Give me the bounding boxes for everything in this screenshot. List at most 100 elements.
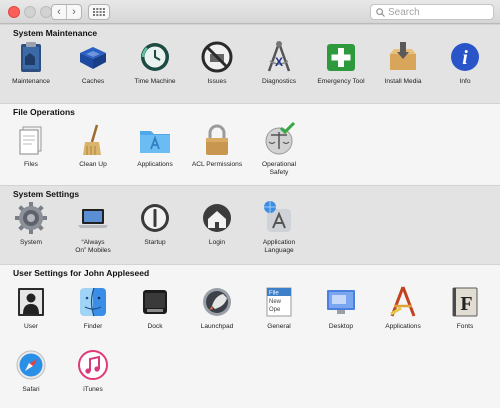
- pane-label: “Always On” Mobiles: [75, 239, 111, 254]
- pane-label: Time Machine: [134, 78, 176, 85]
- clipboard-icon: [21, 42, 41, 72]
- first-aid-icon: [327, 44, 355, 71]
- section-file-operations: File Operations Files Clean Up Applicati…: [0, 103, 500, 185]
- pane-operational-safety[interactable]: Operational Safety: [248, 122, 310, 177]
- pane-label: Maintenance: [12, 78, 50, 85]
- dock-icon: [143, 290, 167, 314]
- user-silhouette-icon: [18, 288, 44, 316]
- search-field[interactable]: [370, 4, 494, 20]
- pane-fonts[interactable]: F Fonts: [434, 284, 496, 331]
- pane-always-on-mobiles[interactable]: “Always On” Mobiles: [62, 200, 124, 255]
- pane-diagnostics[interactable]: X Diagnostics: [248, 39, 310, 86]
- bin-icon: [80, 47, 106, 69]
- pane-label: System: [20, 239, 42, 246]
- pane-dock[interactable]: Dock: [124, 284, 186, 331]
- file-new-icon: File New Ope: [266, 287, 292, 317]
- show-all-button[interactable]: [88, 4, 110, 20]
- pane-maintenance[interactable]: Maintenance: [0, 39, 62, 86]
- pane-install-media[interactable]: Install Media: [372, 39, 434, 86]
- close-window-button[interactable]: [8, 6, 20, 18]
- file-new-icon-text: Ope: [269, 307, 281, 313]
- pane-label: Desktop: [328, 323, 354, 330]
- pane-desktop[interactable]: Desktop: [310, 284, 372, 331]
- pane-label: Clean Up: [79, 161, 107, 168]
- pane-files[interactable]: Files: [0, 122, 62, 169]
- desktop-icon: [327, 290, 355, 314]
- house-icon: [203, 204, 231, 232]
- pane-label: Applications: [385, 323, 421, 330]
- pane-time-machine[interactable]: Time Machine: [124, 39, 186, 86]
- pane-label: Files: [24, 161, 38, 168]
- pane-label: iTunes: [83, 386, 103, 393]
- search-input[interactable]: [388, 6, 488, 18]
- gear-icon: [15, 202, 47, 234]
- rocket-icon: [203, 288, 231, 316]
- pane-issues[interactable]: Issues: [186, 39, 248, 86]
- pane-label: Info: [459, 78, 471, 85]
- pane-label: Diagnostics: [261, 78, 297, 85]
- pane-itunes[interactable]: iTunes: [62, 347, 124, 394]
- pane-label: Emergency Tool: [317, 78, 365, 85]
- back-button[interactable]: ‹: [52, 5, 66, 19]
- navigation-group: ‹ ›: [51, 4, 82, 20]
- pane-acl-permissions[interactable]: ACL Permissions: [186, 122, 248, 169]
- pane-label: Caches: [81, 78, 105, 85]
- pane-label: Application Language: [262, 239, 296, 254]
- section-title: User Settings for John Appleseed: [13, 268, 150, 278]
- scales-check-icon: [265, 122, 296, 155]
- pane-general[interactable]: File New Ope General: [248, 284, 310, 331]
- pane-emergency-tool[interactable]: Emergency Tool: [310, 39, 372, 86]
- applications-folder-icon: [140, 131, 170, 153]
- section-system-settings: System Settings System “Always On” Mobil…: [0, 185, 500, 264]
- svg-text:X: X: [275, 55, 283, 69]
- pane-label: Fonts: [456, 323, 474, 330]
- pane-user[interactable]: User: [0, 284, 62, 331]
- pane-label: Launchpad: [200, 323, 234, 330]
- grid-icon: [93, 8, 105, 16]
- pane-label: Issues: [207, 78, 227, 85]
- music-note-icon: [78, 350, 108, 380]
- pane-label: Login: [208, 239, 226, 246]
- pane-applications-user[interactable]: Applications: [372, 284, 434, 331]
- drafting-tools-icon: [390, 286, 416, 317]
- pane-login[interactable]: Login: [186, 200, 248, 247]
- pane-caches[interactable]: Caches: [62, 39, 124, 86]
- forward-button[interactable]: ›: [66, 5, 81, 19]
- pane-label: Finder: [83, 323, 103, 330]
- files-icon: [19, 126, 42, 155]
- time-machine-icon: [141, 43, 169, 71]
- broom-icon: [83, 124, 101, 155]
- pane-application-language[interactable]: Application Language: [248, 200, 310, 255]
- minimize-window-button[interactable]: [24, 6, 36, 18]
- pane-label: Applications: [137, 161, 173, 168]
- file-new-icon-text: New: [269, 299, 282, 305]
- pane-applications[interactable]: Applications: [124, 122, 186, 169]
- section-system-maintenance: System Maintenance Maintenance Caches Ti…: [0, 24, 500, 103]
- svg-text:i: i: [462, 47, 468, 69]
- app-store-globe-icon: [264, 201, 291, 232]
- installer-box-icon: [390, 42, 416, 70]
- no-symbol-icon: [201, 41, 233, 73]
- search-icon: [376, 7, 385, 17]
- pane-launchpad[interactable]: Launchpad: [186, 284, 248, 331]
- pane-label: Safari: [22, 386, 40, 393]
- finder-icon: [80, 287, 106, 317]
- pane-clean-up[interactable]: Clean Up: [62, 122, 124, 169]
- safari-compass-icon: [16, 350, 46, 380]
- section-title: System Settings: [13, 189, 80, 199]
- pane-safari[interactable]: Safari: [0, 347, 62, 394]
- pane-label: Operational Safety: [261, 161, 297, 176]
- section-title: System Maintenance: [13, 28, 98, 38]
- pane-finder[interactable]: Finder: [62, 284, 124, 331]
- pane-system[interactable]: System: [0, 200, 62, 247]
- section-title: File Operations: [13, 107, 75, 117]
- pane-startup[interactable]: Startup: [124, 200, 186, 247]
- section-user-settings: User Settings for John Appleseed User Fi…: [0, 264, 500, 408]
- pane-label: User: [24, 323, 38, 330]
- pane-label: Install Media: [384, 78, 422, 85]
- power-icon: [141, 204, 169, 232]
- pane-info[interactable]: i Info: [434, 39, 496, 86]
- pane-label: Dock: [147, 323, 163, 330]
- compass-icon: X: [267, 41, 291, 72]
- file-new-icon-text: File: [269, 291, 279, 297]
